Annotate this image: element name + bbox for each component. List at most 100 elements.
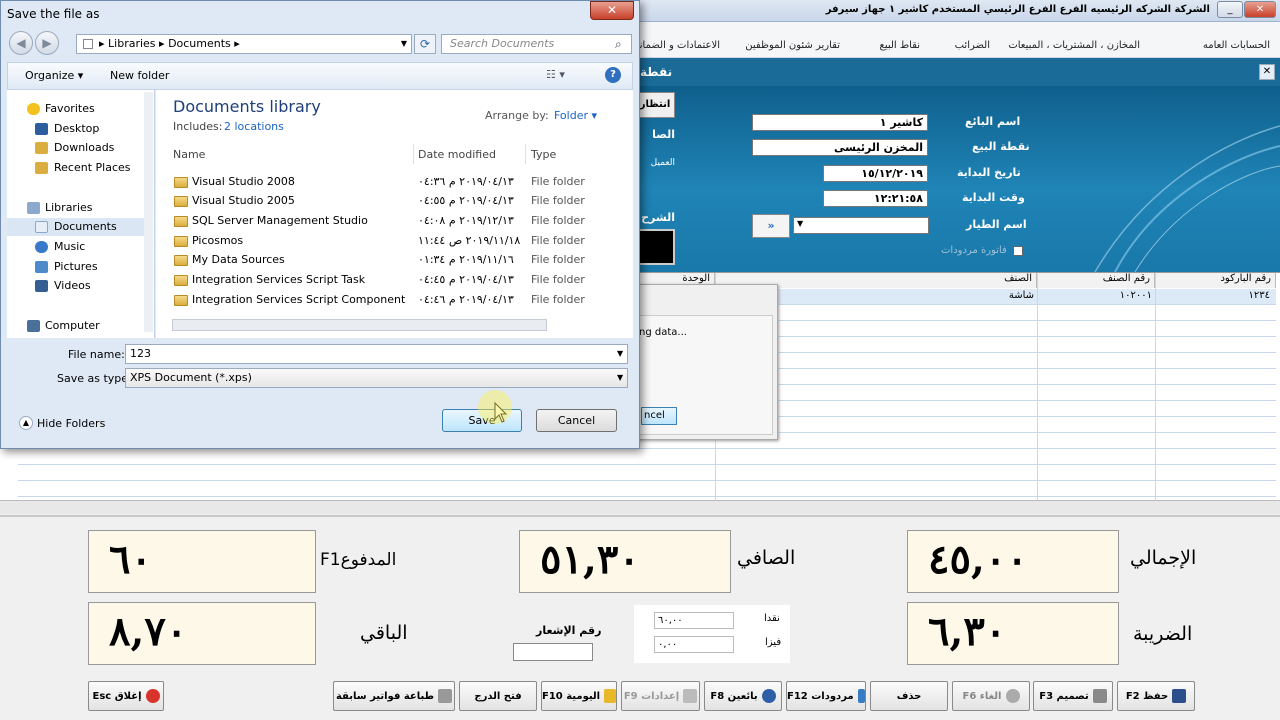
delete-button[interactable]: حذف: [870, 681, 948, 711]
col-barcode[interactable]: رقم الباركود: [1155, 273, 1276, 288]
nav-libraries[interactable]: Libraries: [7, 199, 147, 217]
menu-item-accounts[interactable]: الحسابات العامه: [1203, 40, 1270, 51]
nav-favorites[interactable]: Favorites: [7, 100, 147, 118]
new-folder-button[interactable]: New folder: [110, 69, 169, 82]
folder-icon: [174, 177, 188, 188]
visa-input[interactable]: ٠,٠٠: [654, 636, 734, 653]
settings-f9-button[interactable]: إعدادات F9: [621, 681, 700, 711]
back-button[interactable]: ◀: [9, 31, 33, 55]
minimize-button[interactable]: _: [1217, 1, 1243, 18]
file-type: File folder: [531, 293, 585, 306]
list-item[interactable]: SQL Server Management Studio ٢٠١٩/١٢/١٣ م…: [172, 211, 632, 231]
nav-downloads[interactable]: Downloads: [7, 139, 147, 157]
forward-button[interactable]: ▶: [35, 31, 59, 55]
includes-link[interactable]: 2 locations: [224, 120, 284, 133]
address-bar[interactable]: ▸ Libraries ▸ Documents ▸ ▼: [76, 34, 412, 54]
print-previous-button[interactable]: طباعة فواتير سابقة: [333, 681, 455, 711]
nav-pictures[interactable]: Pictures: [7, 258, 147, 276]
open-drawer-button[interactable]: فتح الدرج: [459, 681, 537, 711]
file-name: SQL Server Management Studio: [192, 214, 368, 227]
settings-icon: [683, 689, 698, 703]
hide-folders-button[interactable]: Hide Folders: [37, 417, 105, 430]
power-icon: [145, 689, 160, 703]
nav-music[interactable]: Music: [7, 238, 147, 256]
search-input[interactable]: Search Documents: [441, 34, 632, 54]
nav-videos[interactable]: Videos: [7, 277, 147, 295]
file-list-horizontal-scrollbar[interactable]: [172, 319, 547, 331]
list-item[interactable]: Integration Services Script Task ٢٠١٩/٠٤/…: [172, 270, 632, 290]
dialog-close-button[interactable]: ✕: [590, 1, 634, 20]
nav-desktop[interactable]: Desktop: [7, 120, 147, 138]
col-item-no[interactable]: رقم الصنف: [1037, 273, 1155, 288]
list-item[interactable]: Visual Studio 2005 ٢٠١٩/٠٤/١٣ م ٠٤:٥٥ File…: [172, 191, 632, 211]
nav-scrollbar[interactable]: [144, 92, 153, 332]
view-icon[interactable]: ☷ ▾: [546, 68, 565, 81]
menu-item-inventory[interactable]: المخازن ، المشتريات ، المبيعات: [1008, 40, 1140, 51]
filename-input[interactable]: 123: [125, 344, 628, 364]
pos-point-field: المخزن الرئيسى: [752, 139, 928, 156]
col-name[interactable]: Name: [173, 148, 205, 161]
organize-button[interactable]: Organize ▾: [25, 69, 83, 82]
list-item[interactable]: My Data Sources ٢٠١٩/١١/١٦ م ٠١:٣٤ File fo…: [172, 250, 632, 270]
nav-recent-places[interactable]: Recent Places: [7, 159, 147, 177]
wait-button[interactable]: انتظار: [635, 92, 675, 118]
cell-barcode: ١٢٣٤: [1248, 290, 1270, 301]
daily-f10-button[interactable]: اليومية F10: [541, 681, 617, 711]
desktop-icon: [35, 123, 48, 135]
paid-value[interactable]: ٦٠: [88, 530, 316, 593]
notice-input[interactable]: [513, 643, 593, 661]
file-date: ٢٠١٩/٠٤/١٣ م ٠٤:٤٥: [418, 273, 514, 286]
banner-close-button[interactable]: ✕: [1259, 64, 1275, 80]
grid-horizontal-scrollbar[interactable]: [0, 500, 1280, 514]
close-esc-button[interactable]: إغلاق Esc: [88, 681, 164, 711]
nav-videos-label: Videos: [54, 279, 91, 292]
loading-cancel-button[interactable]: ncel: [641, 407, 677, 425]
nav-documents[interactable]: Documents: [7, 218, 147, 236]
menu-item-taxes[interactable]: الضرائب: [955, 40, 990, 51]
total-value: ٤٥,٠٠: [907, 530, 1119, 593]
save-type-label: Save as type:: [57, 372, 132, 385]
file-type: File folder: [531, 253, 585, 266]
table-row[interactable]: [18, 449, 1276, 465]
file-name: Visual Studio 2008: [192, 175, 295, 188]
menu-item-hr-reports[interactable]: تقارير شئون الموظفين: [745, 40, 840, 51]
returns-f12-button[interactable]: مردودات F12: [786, 681, 866, 711]
nav-computer[interactable]: Computer: [7, 317, 147, 335]
cancel-f6-button[interactable]: الغاء F6: [952, 681, 1030, 711]
design-f3-button[interactable]: تصميم F3: [1033, 681, 1113, 711]
app-close-button[interactable]: ✕: [1244, 1, 1276, 18]
documents-icon: [35, 221, 48, 233]
refresh-button[interactable]: ⟳: [414, 34, 436, 54]
arrange-dropdown[interactable]: Folder ▾: [554, 109, 597, 122]
cash-label: نقدا: [764, 613, 780, 624]
table-row[interactable]: [18, 481, 1276, 497]
breadcrumb-libraries[interactable]: Libraries: [108, 37, 156, 50]
save-type-dropdown[interactable]: XPS Document (*.xps): [125, 368, 628, 388]
menu-item-credits[interactable]: الاعتمادات و الضمانات: [627, 40, 720, 51]
help-icon[interactable]: ?: [605, 67, 621, 83]
menu-item-pos[interactable]: نقاط البيع: [880, 40, 921, 51]
returns-checkbox[interactable]: [1013, 246, 1023, 256]
chevron-up-icon[interactable]: ▲: [19, 416, 33, 430]
cash-input[interactable]: ٦٠,٠٠: [654, 612, 734, 629]
returns-f12-label: مردودات F12: [787, 690, 854, 702]
pilot-dropdown[interactable]: [793, 217, 929, 234]
breadcrumb-documents[interactable]: Documents: [168, 37, 231, 50]
search-icon[interactable]: ⌕: [615, 37, 622, 52]
list-item[interactable]: Visual Studio 2008 ٢٠١٩/٠٤/١٣ م ٠٤:٣٦ File…: [172, 172, 632, 192]
file-type: File folder: [531, 234, 585, 247]
table-row[interactable]: [18, 465, 1276, 481]
totals-panel: ٤٥,٠٠ الإجمالي ٥١,٣٠ الصافي ٦٠ المدفوعF1…: [0, 515, 1280, 675]
nav-computer-label: Computer: [45, 319, 100, 332]
col-date-modified[interactable]: Date modified: [418, 148, 496, 161]
design-icon: [1092, 689, 1107, 703]
list-item[interactable]: Integration Services Script Component ٢٠١…: [172, 290, 632, 310]
cancel-button[interactable]: Cancel: [536, 409, 617, 432]
sellers-f8-button[interactable]: بائعين F8: [704, 681, 782, 711]
list-item[interactable]: Picosmos ٢٠١٩/١١/١٨ ص ١١:٤٤ File folder: [172, 231, 632, 251]
chevron-down-icon[interactable]: ▼: [401, 35, 407, 53]
partial-label-1: الصا: [652, 128, 675, 141]
save-f2-button[interactable]: حفظ F2: [1117, 681, 1195, 711]
col-type[interactable]: Type: [531, 148, 556, 161]
pilot-lookup-button[interactable]: »: [752, 214, 790, 238]
